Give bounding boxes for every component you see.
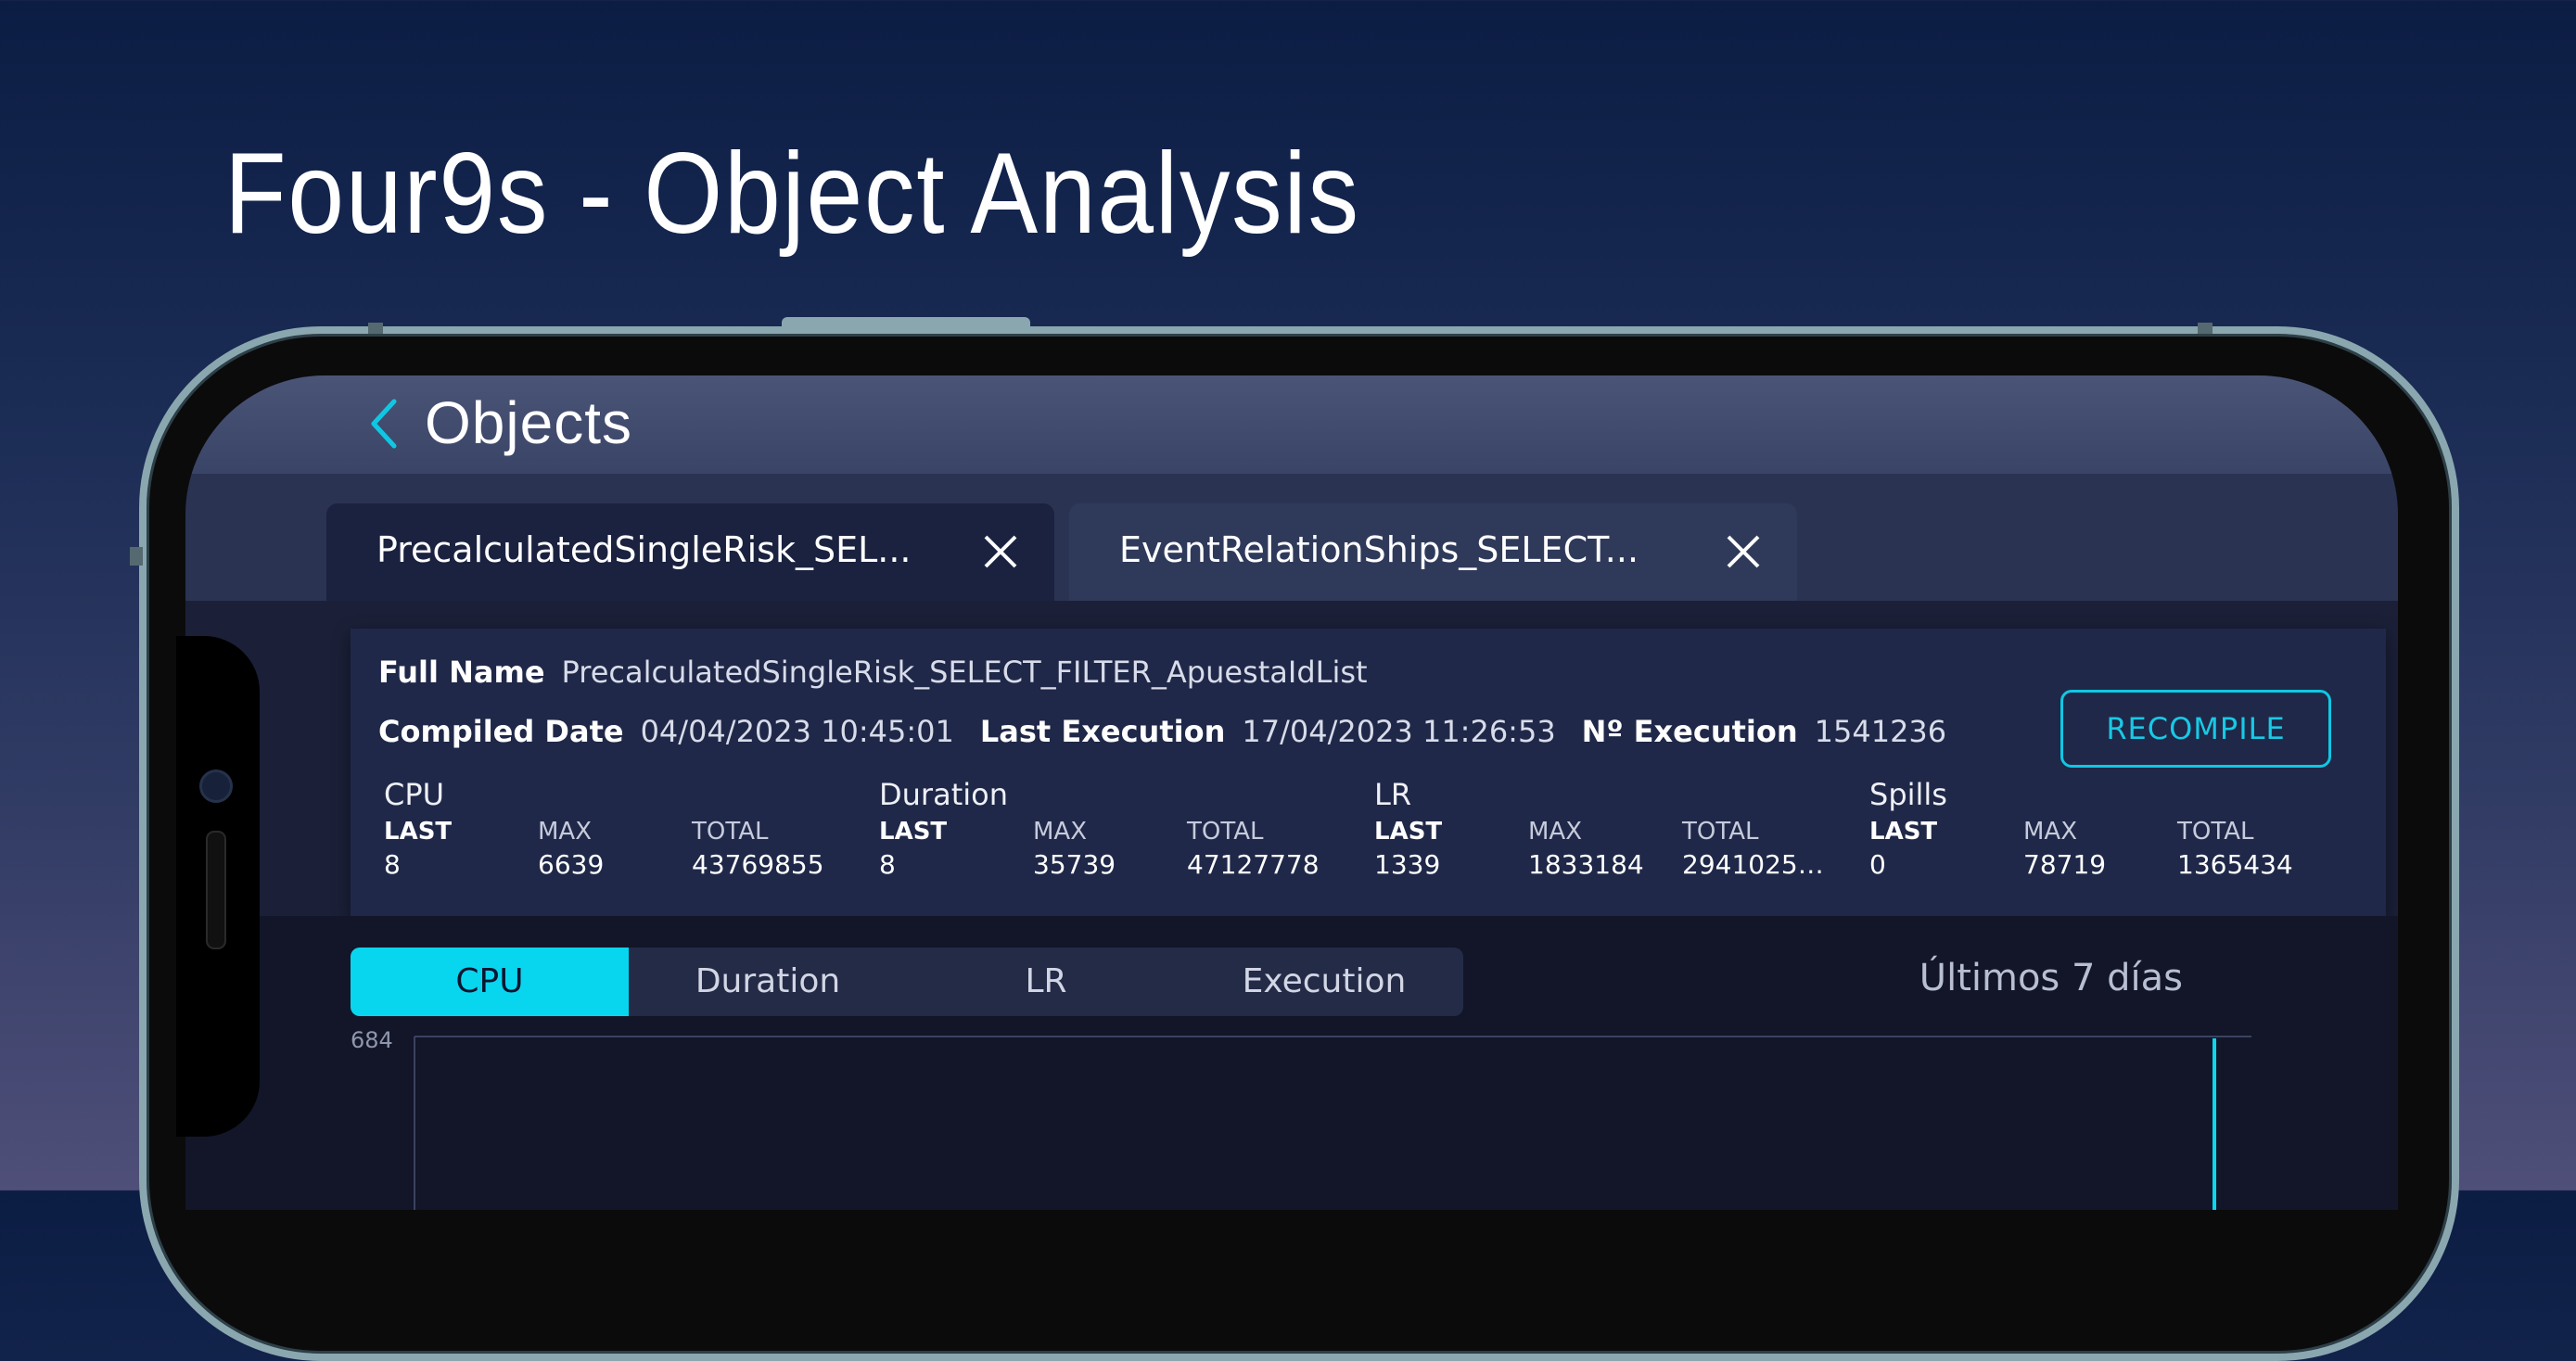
execution-info-row: Compiled Date 04/04/2023 10:45:01 Last Exe… [378, 714, 1972, 749]
object-tab-precalculated[interactable]: PrecalculatedSingleRisk_SEL... [326, 503, 1054, 601]
metric-value: 78719 [2023, 849, 2107, 880]
recompile-button[interactable]: RECOMPILE [2060, 690, 2331, 768]
full-name-label: Full Name [378, 655, 545, 690]
range-selector[interactable]: Últimos 7 días [1919, 957, 2183, 999]
metric-last: LAST 8 [384, 818, 542, 880]
metric-total: TOTAL 43769855 [692, 818, 849, 880]
metric-last: LAST 0 [1869, 818, 2027, 880]
y-axis-tick-label: 684 [351, 1027, 393, 1053]
front-camera [199, 770, 233, 803]
tab-label: PrecalculatedSingleRisk_SEL... [376, 529, 912, 570]
tab-duration[interactable]: Duration [629, 948, 907, 1016]
phone-side-button [130, 547, 143, 566]
earpiece-speaker [206, 831, 226, 949]
chart-metric-tabs: CPU Duration LR Execution [351, 948, 1463, 1016]
metric-key: LAST [1374, 818, 1443, 846]
tab-execution[interactable]: Execution [1185, 948, 1463, 1016]
last-execution-label: Last Execution [979, 714, 1226, 749]
last-execution-value: 17/04/2023 11:26:53 [1242, 714, 1556, 749]
metric-key: LAST [879, 818, 948, 846]
chart-area: CPU Duration LR Execution Últimos 7 días… [185, 916, 2398, 1210]
metric-key: MAX [2023, 818, 2078, 846]
compiled-date-label: Compiled Date [378, 714, 624, 749]
tab-lr[interactable]: LR [907, 948, 1185, 1016]
metric-key: TOTAL [1187, 818, 1264, 846]
object-tab-eventrelationships[interactable]: EventRelationShips_SELECT... [1069, 503, 1797, 601]
metric-total: TOTAL 47127778 [1187, 818, 1345, 880]
compiled-date-value: 04/04/2023 10:45:01 [640, 714, 954, 749]
metric-total: TOTAL 294102542... [1682, 818, 1840, 880]
metric-value: 1365434 [2177, 849, 2293, 880]
metric-value: 1339 [1374, 849, 1441, 880]
object-info-card: Full Name PrecalculatedSingleRisk_SELECT_… [351, 629, 2386, 918]
metric-key: TOTAL [2177, 818, 2254, 846]
metric-max: MAX 35739 [1033, 818, 1191, 880]
metric-value: 0 [1869, 849, 1886, 880]
metric-value: 43769855 [692, 849, 824, 880]
phone-screen: Objects PrecalculatedSingleRisk_SEL... E… [185, 375, 2398, 1210]
metric-value: 1833184 [1528, 849, 1644, 880]
page-headline: Four9s - Object Analysis [224, 130, 1360, 258]
n-execution-value: 1541236 [1814, 714, 1947, 749]
tab-label: EventRelationShips_SELECT... [1119, 529, 1639, 570]
metric-title: Duration [879, 777, 1008, 812]
close-icon[interactable] [982, 533, 1019, 570]
full-name-value: PrecalculatedSingleRisk_SELECT_FILTER_Ap… [561, 655, 1368, 690]
metric-max: MAX 6639 [538, 818, 695, 880]
metric-key: TOTAL [692, 818, 769, 846]
metric-key: MAX [538, 818, 593, 846]
metric-max: MAX 78719 [2023, 818, 2181, 880]
metric-key: LAST [1869, 818, 1938, 846]
metric-value: 47127778 [1187, 849, 1320, 880]
object-tabs: PrecalculatedSingleRisk_SEL... EventRela… [326, 503, 1797, 601]
back-chevron-icon[interactable] [366, 396, 403, 452]
metric-value: 6639 [538, 849, 605, 880]
metric-value: 35739 [1033, 849, 1116, 880]
metric-key: MAX [1033, 818, 1088, 846]
object-detail-panel: Full Name PrecalculatedSingleRisk_SELECT_… [185, 601, 2398, 1210]
metric-key: LAST [384, 818, 453, 846]
metric-total: TOTAL 1365434 [2177, 818, 2335, 880]
page-title: Objects [425, 389, 632, 456]
antenna-band [2198, 323, 2213, 334]
metric-value: 8 [384, 849, 401, 880]
content-area: PrecalculatedSingleRisk_SEL... EventRela… [185, 474, 2398, 1210]
metric-last: LAST 1339 [1374, 818, 1532, 880]
tab-cpu[interactable]: CPU [351, 948, 629, 1016]
metric-value: 8 [879, 849, 896, 880]
n-execution-label: Nº Execution [1581, 714, 1798, 749]
metric-last: LAST 8 [879, 818, 1037, 880]
full-name-row: Full Name PrecalculatedSingleRisk_SELECT_… [378, 655, 1394, 690]
metric-title: Spills [1869, 777, 1947, 812]
metric-max: MAX 1833184 [1528, 818, 1686, 880]
metric-title: CPU [384, 777, 445, 812]
app-header: Objects [185, 375, 2398, 474]
close-icon[interactable] [1725, 533, 1762, 570]
metric-key: MAX [1528, 818, 1583, 846]
metric-value: 294102542... [1682, 849, 1840, 880]
metric-key: TOTAL [1682, 818, 1759, 846]
antenna-band [368, 323, 383, 334]
metric-title: LR [1374, 777, 1412, 812]
